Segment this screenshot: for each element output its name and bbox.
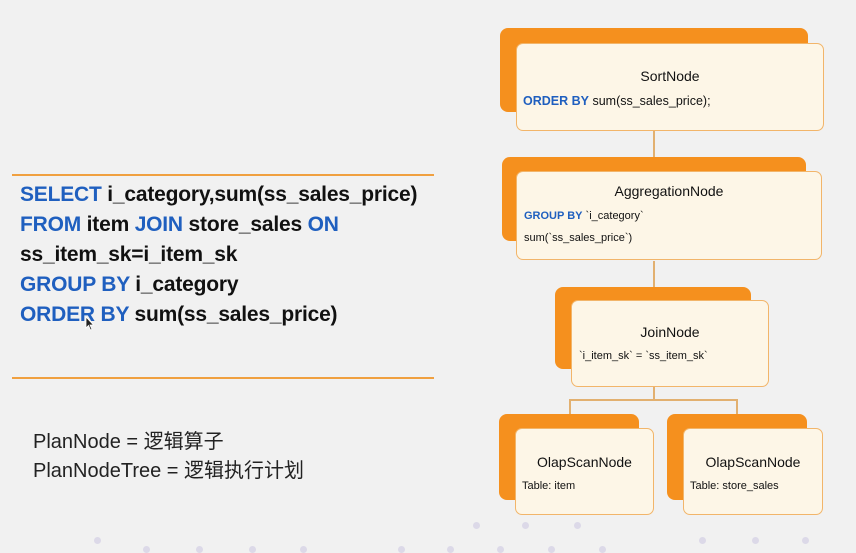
decorative-dot	[473, 522, 480, 529]
sql-line-from: FROM item JOIN store_sales ON	[20, 210, 417, 240]
edge-aggregation-join	[653, 261, 655, 287]
definition-plan-node: PlanNode = 逻辑算子	[33, 431, 224, 453]
node-detail: Table: item	[522, 480, 576, 492]
sql-keyword: SELECT	[20, 183, 102, 206]
decorative-dot	[802, 537, 809, 544]
sql-keyword: ORDER BY	[20, 303, 129, 326]
sort-node: SortNode ORDER BY sum(ss_sales_price);	[500, 28, 824, 132]
sql-line-select: SELECT i_category,sum(ss_sales_price)	[20, 180, 417, 210]
sql-text: store_sales	[182, 213, 308, 236]
sql-text: ss_item_sk=i_item_sk	[20, 243, 238, 266]
sql-line-join-condition: ss_item_sk=i_item_sk	[20, 240, 417, 270]
definitions: PlanNode = 逻辑算子 PlanNodeTree = 逻辑执行计划	[33, 428, 304, 486]
node-title: SortNode	[640, 68, 700, 84]
mouse-cursor-icon	[85, 316, 95, 331]
bottom-divider	[12, 377, 434, 379]
node-title: OlapScanNode	[705, 454, 801, 470]
edge-to-scan-left	[569, 399, 571, 414]
sql-keyword: ON	[307, 213, 339, 236]
node-title: OlapScanNode	[537, 454, 632, 470]
decorative-dot	[699, 537, 706, 544]
node-detail: GROUP BY `i_category`	[524, 210, 644, 222]
edge-horizontal	[569, 399, 737, 401]
sql-keyword: FROM	[20, 213, 82, 236]
olap-scan-node-item: OlapScanNode Table: item	[499, 414, 654, 516]
sql-text: i_category,sum(ss_sales_price)	[101, 183, 418, 206]
node-title: JoinNode	[640, 324, 700, 340]
node-title: AggregationNode	[614, 183, 724, 199]
sql-text: i_category	[129, 273, 239, 296]
sql-keyword: JOIN	[134, 213, 183, 236]
sql-line-order-by: ORDER BY sum(ss_sales_price)	[20, 300, 417, 330]
node-detail: `i_item_sk` = `ss_item_sk`	[579, 350, 708, 362]
sql-query: SELECT i_category,sum(ss_sales_price) FR…	[20, 180, 417, 330]
decorative-dot	[522, 522, 529, 529]
node-detail: Table: store_sales	[690, 480, 779, 492]
edge-sort-aggregation	[653, 131, 655, 157]
sql-keyword: GROUP BY	[20, 273, 130, 296]
join-node: JoinNode `i_item_sk` = `ss_item_sk`	[555, 287, 769, 388]
sql-text: sum(ss_sales_price)	[128, 303, 338, 326]
decorative-dot	[94, 537, 101, 544]
decorative-dot	[574, 522, 581, 529]
edge-to-scan-right	[736, 399, 738, 414]
node-detail: ORDER BY sum(ss_sales_price);	[523, 94, 711, 108]
node-detail-2: sum(`ss_sales_price`)	[524, 232, 633, 244]
decorative-dot	[752, 537, 759, 544]
sql-text: item	[81, 213, 135, 236]
sql-line-group-by: GROUP BY i_category	[20, 270, 417, 300]
definition-plan-node-tree: PlanNodeTree = 逻辑执行计划	[33, 460, 305, 482]
olap-scan-node-store-sales: OlapScanNode Table: store_sales	[667, 414, 823, 516]
top-divider	[12, 174, 434, 176]
aggregation-node: AggregationNode GROUP BY `i_category` su…	[502, 157, 822, 261]
